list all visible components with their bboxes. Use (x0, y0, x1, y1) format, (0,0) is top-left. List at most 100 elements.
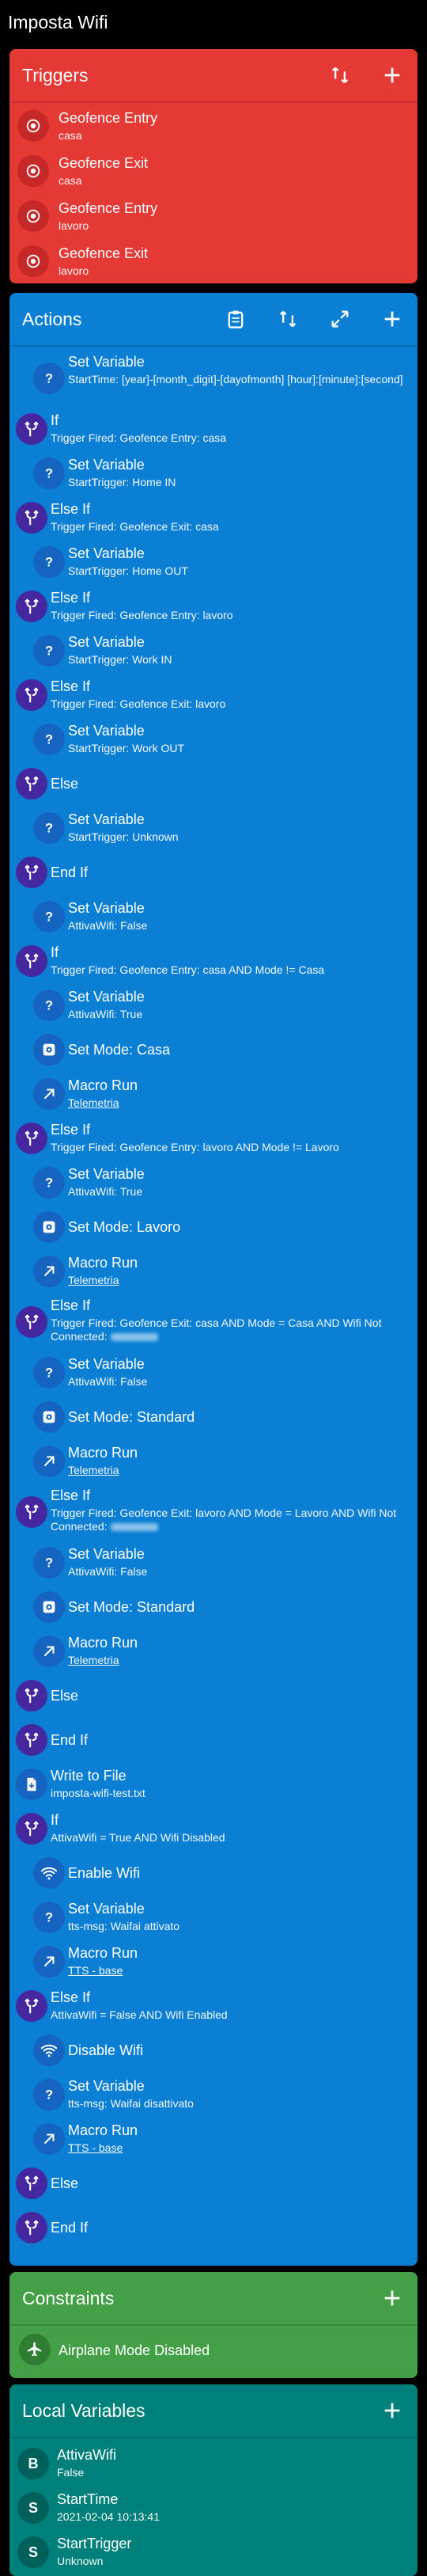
action-detail: Trigger Fired: Geofence Entry: casa (51, 431, 405, 445)
trigger-item[interactable]: Geofence Entry lavoro (9, 193, 418, 238)
action-label: Write to File (51, 1768, 127, 1784)
action-item[interactable]: Else If Trigger Fired: Geofence Entry: la… (9, 1116, 418, 1161)
local-variable-item[interactable]: B AttivaWifi False (9, 2441, 418, 2486)
action-label: Set Variable (68, 457, 145, 473)
clipboard-icon[interactable] (220, 303, 251, 335)
action-detail: StartTrigger: Home IN (68, 476, 405, 489)
action-item[interactable]: End If (9, 850, 418, 895)
action-item[interactable]: Write to File imposta-wifi-test.txt (9, 1762, 418, 1807)
action-item[interactable]: Set Mode: Standard (9, 1395, 418, 1439)
macro-link[interactable]: TTS - base (68, 2141, 405, 2155)
action-detail: tts-msg: Waifai attivato (68, 1920, 405, 1933)
macro-link[interactable]: Telemetria (68, 1274, 405, 1287)
svg-text:?: ? (45, 556, 53, 570)
action-item[interactable]: Else (9, 2161, 418, 2206)
action-item[interactable]: Macro Run Telemetria (9, 1072, 418, 1116)
action-item[interactable]: ? Set Variable StartTrigger: Home IN (9, 451, 418, 496)
action-item[interactable]: ? Set Variable tts-msg: Waifai disattivato (9, 2073, 418, 2117)
macro-link[interactable]: Telemetria (68, 1096, 405, 1110)
branch-icon (16, 857, 47, 888)
branch-icon (16, 768, 47, 800)
local-variable-item[interactable]: S StartTime 2021-02-04 10:13:41 (9, 2486, 418, 2530)
action-item[interactable]: Set Mode: Standard (9, 1585, 418, 1629)
action-detail-text: tts-msg: Waifai disattivato (68, 2097, 194, 2110)
constraint-item[interactable]: Airplane Mode Disabled (9, 2326, 418, 2375)
airplane-icon (19, 2334, 51, 2365)
action-item[interactable]: End If (9, 1718, 418, 1762)
action-item[interactable]: Macro Run Telemetria (9, 1629, 418, 1674)
action-label: Else (51, 2175, 79, 2191)
reorder-icon[interactable] (324, 59, 356, 91)
add-icon[interactable] (376, 2395, 408, 2426)
geofence-icon (17, 245, 49, 277)
local-variables-header: Local Variables (9, 2384, 418, 2437)
action-detail-text: Telemetria (68, 1274, 119, 1286)
action-item[interactable]: Macro Run TTS - base (9, 2117, 418, 2161)
action-item[interactable]: Enable Wifi (9, 1851, 418, 1895)
action-item[interactable]: ? Set Variable AttivaWifi: False (9, 1351, 418, 1395)
svg-text:?: ? (45, 1556, 53, 1571)
constraints-header: Constraints (9, 2272, 418, 2324)
action-item[interactable]: Macro Run Telemetria (9, 1439, 418, 1484)
action-detail-text: Trigger Fired: Geofence Exit: casa AND M… (51, 1316, 382, 1343)
trigger-item[interactable]: Geofence Exit casa (9, 148, 418, 193)
variable-type-letter: S (28, 2544, 38, 2560)
action-item[interactable]: ? Set Variable StartTrigger: Work IN (9, 629, 418, 673)
action-detail-text: Trigger Fired: Geofence Exit: casa (51, 520, 219, 533)
action-item[interactable]: Set Mode: Lavoro (9, 1205, 418, 1249)
constraints-title: Constraints (22, 2287, 115, 2308)
action-item[interactable]: ? Set Variable StartTrigger: Unknown (9, 806, 418, 850)
action-item[interactable]: Macro Run Telemetria (9, 1249, 418, 1294)
action-item[interactable]: If Trigger Fired: Geofence Entry: casa (9, 407, 418, 451)
action-detail: AttivaWifi: False (68, 1565, 405, 1579)
action-detail: StartTime: [year]-[month_digit]-[dayofmo… (68, 373, 405, 386)
trigger-detail: casa (59, 129, 82, 142)
action-item[interactable]: Else If AttivaWifi = False AND Wifi Enabl… (9, 1984, 418, 2028)
action-item[interactable]: ? Set Variable AttivaWifi: True (9, 1161, 418, 1205)
expand-icon[interactable] (324, 303, 356, 335)
reorder-icon[interactable] (272, 303, 304, 335)
local-variable-item[interactable]: S StartTrigger Unknown (9, 2530, 418, 2574)
action-item[interactable]: Else (9, 1674, 418, 1718)
action-item[interactable]: ? Set Variable StartTime: [year]-[month_di… (9, 350, 418, 407)
macro-link[interactable]: Telemetria (68, 1654, 405, 1667)
action-item[interactable]: Else (9, 762, 418, 806)
action-label: Set Mode: Standard (68, 1599, 195, 1615)
action-label: Macro Run (68, 1635, 138, 1651)
action-item[interactable]: ? Set Variable AttivaWifi: False (9, 1541, 418, 1585)
action-item[interactable]: Else If Trigger Fired: Geofence Exit: lav… (9, 1484, 418, 1541)
geofence-icon (17, 110, 49, 142)
add-icon[interactable] (376, 59, 408, 91)
macro-link[interactable]: Telemetria (68, 1464, 405, 1477)
action-item[interactable]: ? Set Variable StartTrigger: Work OUT (9, 717, 418, 762)
svg-text:?: ? (45, 999, 53, 1013)
action-label: Else If (51, 1487, 91, 1503)
action-item[interactable]: ? Set Variable AttivaWifi: True (9, 983, 418, 1028)
action-item[interactable]: Else If Trigger Fired: Geofence Exit: cas… (9, 1294, 418, 1351)
action-item[interactable]: Set Mode: Casa (9, 1028, 418, 1072)
action-detail: Trigger Fired: Geofence Exit: lavoro (51, 697, 405, 711)
trigger-item[interactable]: Geofence Entry casa (9, 103, 418, 148)
action-item[interactable]: ? Set Variable StartTrigger: Home OUT (9, 540, 418, 584)
add-icon[interactable] (376, 2282, 408, 2314)
action-detail-text: AttivaWifi: True (68, 1185, 143, 1198)
action-item[interactable]: Disable Wifi (9, 2028, 418, 2073)
action-item[interactable]: If Trigger Fired: Geofence Entry: casa AN… (9, 939, 418, 983)
action-item[interactable]: ? Set Variable tts-msg: Waifai attivato (9, 1895, 418, 1940)
action-detail-text: AttivaWifi: False (68, 1565, 148, 1578)
action-item[interactable]: ? Set Variable AttivaWifi: False (9, 895, 418, 939)
action-item[interactable]: Else If Trigger Fired: Geofence Exit: cas… (9, 496, 418, 540)
macro-link[interactable]: TTS - base (68, 1964, 405, 1978)
action-item[interactable]: Macro Run TTS - base (9, 1940, 418, 1984)
action-item[interactable]: If AttivaWifi = True AND Wifi Disabled (9, 1807, 418, 1851)
action-detail: AttivaWifi: False (68, 1375, 405, 1389)
action-detail: StartTrigger: Work OUT (68, 742, 405, 755)
branch-icon (16, 2212, 47, 2244)
action-item[interactable]: Else If Trigger Fired: Geofence Exit: lav… (9, 673, 418, 717)
add-icon[interactable] (376, 303, 408, 335)
trigger-item[interactable]: Geofence Exit lavoro (9, 238, 418, 283)
action-item[interactable]: Else If Trigger Fired: Geofence Entry: la… (9, 584, 418, 629)
action-detail: Trigger Fired: Geofence Entry: casa AND … (51, 963, 405, 977)
action-label: If (51, 1812, 59, 1828)
action-item[interactable]: End If (9, 2206, 418, 2250)
